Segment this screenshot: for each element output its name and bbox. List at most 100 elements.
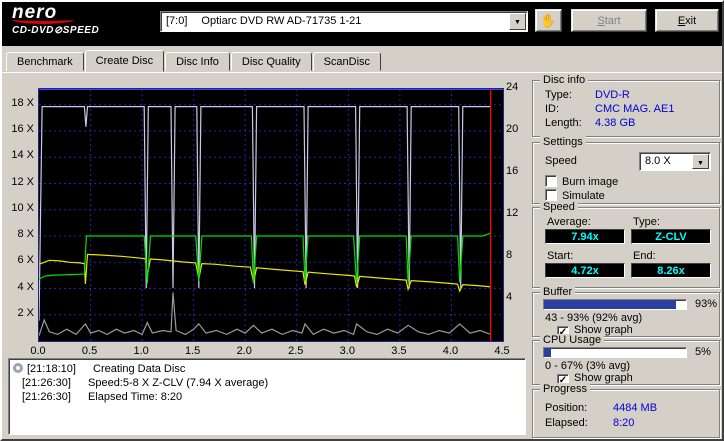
progress-group: Progress Position: 4484 MB Elapsed: 8:20 xyxy=(532,383,720,438)
group-title: Progress xyxy=(540,383,591,395)
y-axis-tick: 6 X xyxy=(17,254,34,267)
right-axis-tick: 4 xyxy=(506,291,513,303)
x-axis-tick: 0.5 xyxy=(81,345,98,357)
drive-selector[interactable]: [7:0] Optiarc DVD RW AD-71735 1-21 ▼ xyxy=(160,11,528,32)
nero-logo: nero CD-DVD⊘SPEED xyxy=(12,2,152,36)
position-value: 4484 MB xyxy=(613,402,658,414)
position-label: Position: xyxy=(545,402,588,414)
x-axis-tick: 2.0 xyxy=(236,345,252,357)
tab-create-disc[interactable]: Create Disc xyxy=(84,50,165,72)
group-title: CPU Usage xyxy=(540,334,605,346)
speed-chart: 2 X 4 X 6 X 8 X 10 X 12 X 14 X 16 X 18 X 4 8 12 16 20… xyxy=(2,81,528,362)
log-time: [21:26:30] xyxy=(22,377,71,389)
y-axis-tick: 18 X xyxy=(11,96,34,109)
disc-type-value: DVD-R xyxy=(595,89,630,101)
group-title: Settings xyxy=(540,136,586,148)
buffer-range: 43 - 93% (92% avg) xyxy=(545,312,643,324)
right-axis-tick: 8 xyxy=(506,249,513,261)
tab-bar: Benchmark Create Disc Disc Info Disc Qualit… xyxy=(6,50,382,72)
hand-icon: ✋ xyxy=(540,13,557,28)
checkbox-label: Burn image xyxy=(562,176,619,188)
cpu-bar-fill xyxy=(544,348,552,357)
logo-nero-text: nero xyxy=(12,2,58,23)
start-speed-value: 4.72x xyxy=(545,263,625,278)
y-axis-tick: 12 X xyxy=(11,175,34,188)
speed-select-dropdown-button[interactable]: ▼ xyxy=(692,154,709,169)
write-type-value: Z-CLV xyxy=(631,229,711,244)
log-text: Speed:5-8 X Z-CLV (7.94 X average) xyxy=(88,377,269,389)
nero-cdspeed-window: nero CD-DVD⊘SPEED [7:0] Optiarc DVD RW AD… xyxy=(0,0,724,441)
rotation-speed-line xyxy=(39,253,491,293)
right-axis-tick: 24 xyxy=(506,81,519,93)
end-label: End: xyxy=(633,250,656,262)
chart-plot xyxy=(38,88,504,342)
event-log: [21:18:10] Creating Data Disc [21:26:30] S… xyxy=(8,358,526,435)
disc-length-label: Length: xyxy=(545,117,582,129)
chevron-down-icon: ▼ xyxy=(697,160,704,167)
speed-select-value: 8.0 X xyxy=(645,155,671,167)
cpu-group: CPU Usage 5% 0 - 67% (3% avg) Show graph xyxy=(532,334,720,386)
speed-group: Speed Average: Type: 7.94x Z-CLV Start: … xyxy=(532,201,720,288)
elapsed-value: 8:20 xyxy=(613,417,635,429)
x-axis-tick: 4.5 xyxy=(494,345,510,357)
average-speed-value: 7.94x xyxy=(545,229,625,244)
drive-name: Optiarc DVD RW AD-71735 1-21 xyxy=(201,15,362,27)
type-label: Type: xyxy=(633,216,660,228)
settings-group: Settings Speed 8.0 X ▼ Burn image Simula… xyxy=(532,136,720,204)
disc-length-value: 4.38 GB xyxy=(595,117,636,129)
log-time: [21:26:30] xyxy=(22,391,71,403)
disc-info-group: Disc info Type: DVD-R ID: CMC MAG. AE1 L… xyxy=(532,74,720,137)
hand-button[interactable]: ✋ xyxy=(535,9,562,32)
log-line: [21:26:30] Speed:5-8 X Z-CLV (7.94 X aver… xyxy=(13,376,521,390)
y-axis-tick: 2 X xyxy=(17,306,34,319)
x-axis-tick: 1.5 xyxy=(185,345,201,357)
y-axis-tick: 4 X xyxy=(17,280,34,293)
drive-selector-dropdown-button[interactable]: ▼ xyxy=(509,13,526,30)
x-axis-tick: 0.0 xyxy=(30,345,46,357)
average-label: Average: xyxy=(547,216,591,228)
logo-subtitle: CD-DVD⊘SPEED xyxy=(12,25,100,36)
checkbox-unchecked-icon xyxy=(545,189,557,201)
start-label: Start: xyxy=(547,250,574,262)
buffer-percent: 93% xyxy=(695,298,718,310)
burn-image-checkbox[interactable]: Burn image xyxy=(545,175,618,188)
log-text: Creating Data Disc xyxy=(93,363,186,375)
right-axis-tick: 12 xyxy=(506,207,519,219)
group-title: Buffer xyxy=(540,286,576,298)
x-axis-tick: 4.0 xyxy=(442,345,459,357)
write-speed-line xyxy=(39,232,491,284)
disc-id-label: ID: xyxy=(545,103,560,115)
checkbox-unchecked-icon xyxy=(545,175,557,187)
cpu-bar xyxy=(543,347,687,358)
disc-event-icon xyxy=(13,363,23,373)
tab-benchmark[interactable]: Benchmark xyxy=(6,52,84,71)
y-axis-tick: 10 X xyxy=(11,201,34,214)
start-button-accel: S xyxy=(597,14,605,27)
log-text: Elapsed Time: 8:20 xyxy=(88,391,183,403)
exit-button[interactable]: Exit xyxy=(655,9,719,32)
log-time: [21:18:10] xyxy=(27,363,76,375)
tabpage-top-edge xyxy=(2,72,722,73)
speed-select[interactable]: 8.0 X ▼ xyxy=(639,152,711,171)
tab-disc-info[interactable]: Disc Info xyxy=(165,52,230,71)
y-axis-tick: 8 X xyxy=(17,228,34,240)
cpu-usage-line xyxy=(39,292,491,336)
end-speed-value: 8.26x xyxy=(631,263,711,278)
log-line: [21:18:10] Creating Data Disc xyxy=(13,362,521,376)
start-button[interactable]: Start xyxy=(571,9,647,32)
start-button-rest: tart xyxy=(604,14,621,27)
buffer-bar-fill xyxy=(544,300,677,309)
x-axis-tick: 3.0 xyxy=(339,345,355,357)
tab-disc-quality[interactable]: Disc Quality xyxy=(230,52,312,71)
disc-type-label: Type: xyxy=(545,89,572,101)
tab-scandisc[interactable]: ScanDisc xyxy=(312,52,382,71)
chevron-down-icon: ▼ xyxy=(514,19,521,26)
x-axis-tick: 2.5 xyxy=(288,345,304,357)
elapsed-label: Elapsed: xyxy=(545,417,588,429)
y-axis-tick: 16 X xyxy=(11,123,34,135)
buffer-bar xyxy=(543,299,687,310)
cpu-percent: 5% xyxy=(695,346,711,358)
buffer-group: Buffer 93% 43 - 93% (92% avg) Show graph xyxy=(532,286,720,338)
log-line: [21:26:30] Elapsed Time: 8:20 xyxy=(13,390,521,404)
group-title: Speed xyxy=(540,201,578,213)
